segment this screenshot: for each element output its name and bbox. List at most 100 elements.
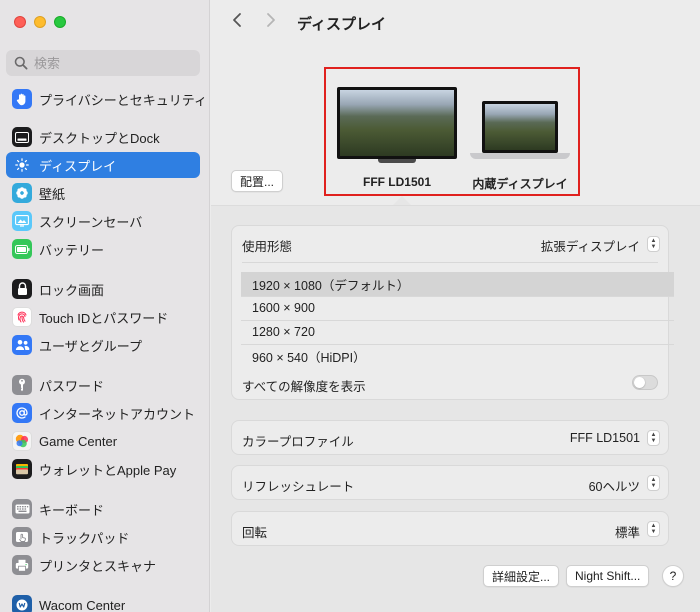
battery-icon bbox=[12, 239, 32, 259]
sidebar-item-wallpaper[interactable]: 壁紙 bbox=[6, 180, 200, 206]
color-profile-group: カラープロファイル FFF LD1501 ▲ ▼ bbox=[231, 420, 669, 455]
sidebar-item-wallet-apple-pay[interactable]: ウォレットとApple Pay bbox=[6, 456, 200, 482]
at-icon bbox=[12, 403, 32, 423]
printer-icon bbox=[12, 555, 32, 575]
resolution-group: 使用形態 拡張ディスプレイ ▲ ▼ 1920 × 1080（デフォルト） 1600… bbox=[231, 225, 674, 400]
sidebar-item-label: ロック画面 bbox=[39, 282, 105, 298]
sidebar-item-label: トラックパッド bbox=[39, 530, 130, 546]
dock-icon bbox=[12, 127, 32, 147]
sidebar: プライバシーとセキュリティ デスクトップとDock ディスプレイ 壁紙 スクリー bbox=[0, 0, 210, 612]
sidebar-item-label: Game Center bbox=[39, 433, 118, 449]
sidebar-item-label: Wacom Center bbox=[39, 597, 126, 612]
sidebar-item-printers-scanners[interactable]: プリンタとスキャナ bbox=[6, 552, 200, 578]
main-panel: ディスプレイ 配置... FFF LD1501 内蔵ディスプレイ 使用形態 拡張… bbox=[211, 0, 700, 612]
search-field[interactable] bbox=[6, 50, 200, 76]
window-controls bbox=[14, 16, 66, 28]
resolution-option[interactable]: 1920 × 1080（デフォルト） bbox=[241, 272, 674, 296]
sidebar-item-label: プライバシーとセキュリティ bbox=[39, 92, 207, 108]
show-all-resolutions-toggle[interactable] bbox=[632, 375, 658, 390]
usage-value[interactable]: 拡張ディスプレイ bbox=[541, 236, 640, 255]
selection-pointer bbox=[393, 196, 411, 205]
sidebar-item-game-center[interactable]: Game Center bbox=[6, 428, 200, 454]
external-monitor-screen bbox=[337, 87, 457, 159]
sidebar-item-passwords[interactable]: パスワード bbox=[6, 372, 200, 398]
help-button[interactable]: ? bbox=[662, 565, 684, 587]
external-display-label: FFF LD1501 bbox=[362, 175, 431, 189]
sidebar-item-label: パスワード bbox=[39, 378, 105, 394]
display-arrangement: FFF LD1501 内蔵ディスプレイ bbox=[324, 67, 580, 196]
sidebar-item-displays[interactable]: ディスプレイ bbox=[6, 152, 200, 178]
refresh-rate-group: リフレッシュレート 60ヘルツ ▲ ▼ bbox=[231, 465, 669, 500]
sidebar-item-keyboard[interactable]: キーボード bbox=[6, 496, 200, 522]
sidebar-item-label: デスクトップとDock bbox=[39, 130, 160, 146]
sidebar-item-label: プリンタとスキャナ bbox=[39, 558, 157, 574]
sidebar-item-desktop-dock[interactable]: デスクトップとDock bbox=[6, 124, 200, 150]
sidebar-item-lock-screen[interactable]: ロック画面 bbox=[6, 276, 200, 302]
rotation-popup-icon[interactable]: ▲ ▼ bbox=[647, 521, 660, 537]
chevron-left-icon[interactable] bbox=[227, 12, 247, 33]
toggle-knob bbox=[634, 377, 645, 388]
external-monitor[interactable] bbox=[337, 87, 457, 163]
game-center-icon bbox=[12, 431, 32, 451]
resolution-option[interactable]: 960 × 540（HiDPI） bbox=[241, 344, 674, 368]
fingerprint-icon bbox=[12, 307, 32, 327]
sidebar-item-label: 壁紙 bbox=[39, 186, 66, 202]
search-icon bbox=[14, 56, 28, 70]
built-in-display[interactable] bbox=[470, 101, 570, 163]
page-title: ディスプレイ bbox=[297, 16, 386, 33]
color-profile-popup-icon[interactable]: ▲ ▼ bbox=[647, 430, 660, 446]
chevron-right-icon[interactable] bbox=[261, 12, 281, 33]
usage-label: 使用形態 bbox=[242, 240, 293, 254]
key-icon bbox=[12, 375, 32, 395]
sidebar-item-trackpad[interactable]: トラックパッド bbox=[6, 524, 200, 550]
sidebar-item-label: スクリーンセーバ bbox=[39, 214, 143, 230]
zoom-window-button[interactable] bbox=[54, 16, 66, 28]
sidebar-item-users-groups[interactable]: ユーザとグループ bbox=[6, 332, 200, 358]
sidebar-item-battery[interactable]: バッテリー bbox=[6, 236, 200, 262]
close-window-button[interactable] bbox=[14, 16, 26, 28]
sidebar-item-internet-accounts[interactable]: インターネットアカウント bbox=[6, 400, 200, 426]
refresh-rate-label: リフレッシュレート bbox=[242, 480, 355, 494]
advanced-settings-button[interactable]: 詳細設定... bbox=[483, 565, 560, 587]
night-shift-button[interactable]: Night Shift... bbox=[566, 565, 650, 587]
sidebar-item-label: Touch IDとパスワード bbox=[39, 310, 169, 326]
sidebar-item-label: インターネットアカウント bbox=[39, 406, 196, 422]
refresh-rate-popup-icon[interactable]: ▲ ▼ bbox=[647, 475, 660, 491]
sidebar-item-label: キーボード bbox=[39, 502, 105, 518]
sidebar-item-label: ユーザとグループ bbox=[39, 338, 142, 354]
divider bbox=[242, 262, 658, 263]
sidebar-item-privacy-security[interactable]: プライバシーとセキュリティ bbox=[6, 86, 207, 112]
resolution-option[interactable]: 1600 × 900 bbox=[241, 296, 674, 320]
sidebar-item-touch-id-password[interactable]: Touch IDとパスワード bbox=[6, 304, 200, 330]
sidebar-item-wacom-center[interactable]: Wacom Center bbox=[6, 592, 200, 612]
color-profile-value[interactable]: FFF LD1501 bbox=[570, 431, 640, 445]
users-icon bbox=[12, 335, 32, 355]
usage-popup-icon[interactable]: ▲ ▼ bbox=[647, 236, 660, 252]
sidebar-item-label: ウォレットとApple Pay bbox=[39, 462, 177, 478]
arrange-button[interactable]: 配置... bbox=[231, 170, 284, 192]
resolution-option[interactable]: 1280 × 720 bbox=[241, 320, 674, 344]
flower-icon bbox=[12, 183, 32, 203]
built-in-display-screen bbox=[482, 101, 558, 153]
sun-icon bbox=[12, 155, 32, 175]
search-input[interactable] bbox=[34, 55, 194, 71]
screensaver-icon bbox=[12, 211, 32, 231]
color-profile-label: カラープロファイル bbox=[242, 435, 354, 449]
hand-icon bbox=[12, 89, 32, 109]
trackpad-icon bbox=[12, 527, 32, 547]
rotation-group: 回転 標準 ▲ ▼ bbox=[231, 511, 669, 546]
built-in-display-label: 内蔵ディスプレイ bbox=[472, 177, 568, 191]
rotation-label: 回転 bbox=[242, 526, 268, 540]
wallet-icon bbox=[12, 459, 32, 479]
sidebar-item-screensaver[interactable]: スクリーンセーバ bbox=[6, 208, 200, 234]
minimize-window-button[interactable] bbox=[34, 16, 46, 28]
sidebar-item-label: ディスプレイ bbox=[39, 158, 117, 174]
show-all-resolutions-label: すべての解像度を表示 bbox=[242, 380, 366, 394]
sidebar-item-label: バッテリー bbox=[39, 242, 105, 258]
laptop-base bbox=[470, 153, 570, 159]
keyboard-icon bbox=[12, 499, 32, 519]
toolbar: ディスプレイ bbox=[211, 0, 700, 44]
rotation-value[interactable]: 標準 bbox=[615, 522, 640, 541]
refresh-rate-value[interactable]: 60ヘルツ bbox=[589, 476, 640, 495]
lock-icon bbox=[12, 279, 32, 299]
